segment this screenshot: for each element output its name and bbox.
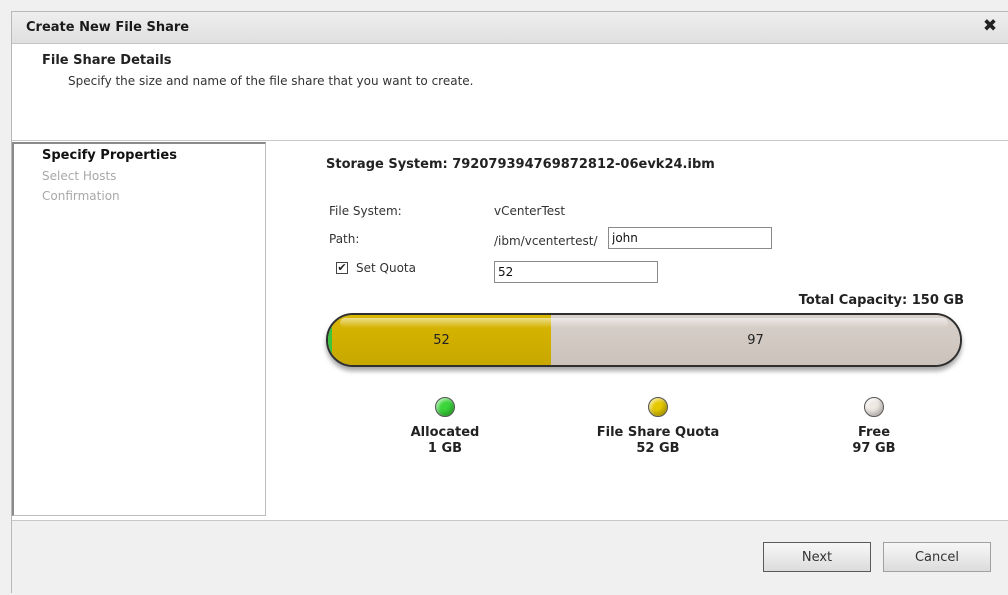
wizard-steps-panel: Specify Properties Select Hosts Confirma… xyxy=(12,142,266,516)
path-label: Path: xyxy=(329,232,360,246)
legend-free-name: Free xyxy=(857,425,891,440)
allocated-dot-icon xyxy=(435,397,455,417)
step-confirmation: Confirmation xyxy=(42,189,120,203)
legend-allocated-value: 1 GB xyxy=(427,441,463,456)
properties-content: Storage System: 792079394769872812-06evk… xyxy=(266,141,1008,519)
set-quota-label: Set Quota xyxy=(356,261,416,275)
file-system-label: File System: xyxy=(329,204,402,218)
create-file-share-dialog: Create New File Share ✖ File Share Detai… xyxy=(11,11,1008,595)
set-quota-checkbox[interactable]: ✔ xyxy=(336,262,348,274)
legend-allocated: Allocated 1 GB xyxy=(365,397,525,456)
legend-quota-name: File Share Quota xyxy=(596,425,720,440)
step-specify-properties: Specify Properties xyxy=(42,148,177,163)
close-icon[interactable]: ✖ xyxy=(982,17,998,35)
file-system-value: vCenterTest xyxy=(494,204,566,218)
quota-segment-label: 52 xyxy=(433,332,450,348)
next-button[interactable]: Next xyxy=(763,542,871,572)
header-title: File Share Details xyxy=(42,53,172,68)
storage-system-title: Storage System: 792079394769872812-06evk… xyxy=(326,157,715,172)
cancel-button[interactable]: Cancel xyxy=(883,542,991,572)
legend-quota-value: 52 GB xyxy=(636,441,680,456)
wizard-body: Specify Properties Select Hosts Confirma… xyxy=(12,141,1008,519)
legend-free: Free 97 GB xyxy=(794,397,954,456)
legend-allocated-name: Allocated xyxy=(410,425,480,440)
legend-quota: File Share Quota 52 GB xyxy=(578,397,738,456)
dialog-footer: Next Cancel xyxy=(12,520,1008,595)
dialog-title: Create New File Share xyxy=(26,20,190,35)
free-dot-icon xyxy=(864,397,884,417)
free-segment-label: 97 xyxy=(747,332,764,348)
legend-free-value: 97 GB xyxy=(852,441,896,456)
header-description: Specify the size and name of the file sh… xyxy=(68,74,474,88)
path-prefix: /ibm/vcentertest/ xyxy=(494,234,598,248)
total-capacity-label: Total Capacity: 150 GB xyxy=(798,293,964,308)
quota-input[interactable] xyxy=(494,261,658,283)
dialog-titlebar: Create New File Share ✖ xyxy=(12,12,1008,44)
step-select-hosts: Select Hosts xyxy=(42,169,117,183)
bar-gloss xyxy=(340,318,948,328)
details-header: File Share Details Specify the size and … xyxy=(12,44,1008,141)
capacity-bar: 52 97 xyxy=(326,313,962,367)
quota-dot-icon xyxy=(648,397,668,417)
path-input[interactable] xyxy=(608,227,772,249)
